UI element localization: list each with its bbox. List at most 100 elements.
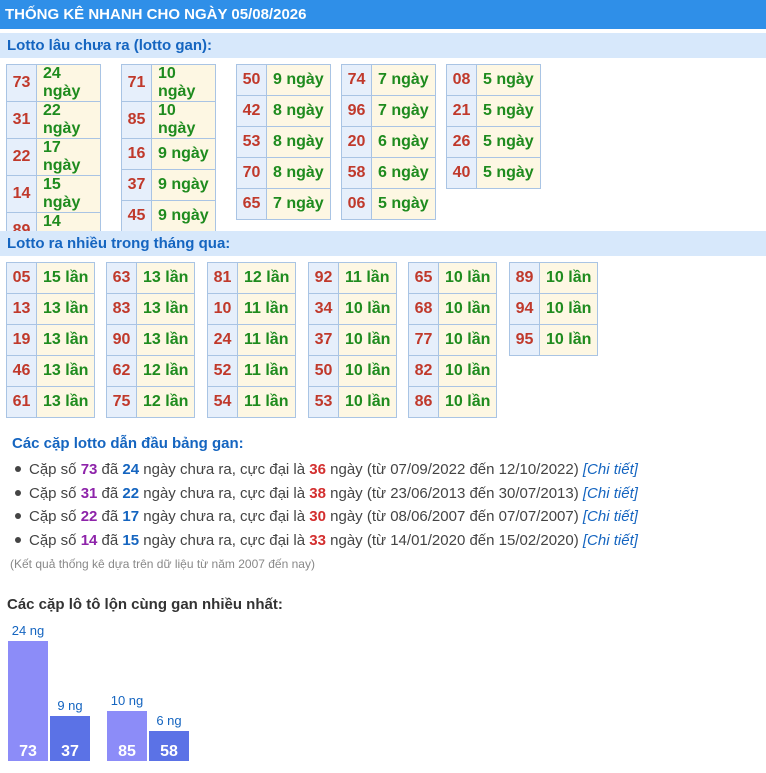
lotto-number: 06 xyxy=(341,188,372,220)
lotto-count: 10 lần xyxy=(338,324,397,356)
bullet-icon xyxy=(15,489,21,496)
current-days: 24 xyxy=(122,461,140,478)
table-row: 58 6 ngày xyxy=(341,157,436,189)
frequent-table: 63 13 lần 83 13 lần 90 13 lần 62 12 lần 75 12 lần xyxy=(106,262,195,418)
lotto-number: 70 xyxy=(236,157,267,189)
label-had: đã xyxy=(97,531,123,549)
lotto-count: 15 ngày xyxy=(36,175,101,213)
gan-table: 74 7 ngày 96 7 ngày 20 6 ngày 58 6 ngày 06 5 ngày xyxy=(341,64,436,220)
lotto-count: 13 lần xyxy=(136,262,195,294)
table-row: 75 12 lần xyxy=(106,386,195,418)
table-row: 92 11 lần xyxy=(308,262,397,294)
chart-value-label: 24 ng xyxy=(12,623,45,638)
detail-link[interactable]: [Chi tiết] xyxy=(583,532,638,549)
chart-title: Các cặp lô tô lộn cùng gan nhiều nhất: xyxy=(7,596,283,613)
chart-value-label: 6 ng xyxy=(156,713,181,728)
pair-number: 14 xyxy=(80,531,98,549)
lotto-number: 62 xyxy=(106,355,137,387)
lotto-count: 15 lần xyxy=(36,262,95,294)
lotto-number: 95 xyxy=(509,324,540,356)
pair-number: 73 xyxy=(80,461,98,478)
table-row: 34 10 lần xyxy=(308,293,397,325)
lotto-count: 7 ngày xyxy=(266,188,331,220)
table-row: 89 10 lần xyxy=(509,262,598,294)
chart-value-label: 9 ng xyxy=(57,698,82,713)
lotto-count: 10 lần xyxy=(438,386,497,418)
chart-bar-label: 37 xyxy=(61,743,79,760)
lotto-count: 10 lần xyxy=(338,355,397,387)
lotto-number: 37 xyxy=(308,324,339,356)
lotto-count: 10 ngày xyxy=(151,64,216,102)
detail-link[interactable]: [Chi tiết] xyxy=(583,485,638,502)
lotto-number: 53 xyxy=(236,126,267,158)
lotto-count: 8 ngày xyxy=(266,95,331,127)
label-day: ngày xyxy=(325,531,367,549)
lotto-number: 96 xyxy=(341,95,372,127)
label-pair: Cặp số xyxy=(29,461,81,478)
lotto-number: 86 xyxy=(408,386,439,418)
max-days: 33 xyxy=(309,531,326,549)
label-pair: Cặp số xyxy=(29,484,81,502)
label-days: ngày chưa ra, cực đại là xyxy=(139,531,310,549)
frequent-table: 65 10 lần 68 10 lần 77 10 lần 82 10 lần 86 10 lần xyxy=(408,262,497,418)
table-row: 37 9 ngày xyxy=(121,169,216,201)
lotto-number: 77 xyxy=(408,324,439,356)
detail-link[interactable]: [Chi tiết] xyxy=(583,508,638,525)
lotto-number: 53 xyxy=(308,386,339,418)
table-row: 20 6 ngày xyxy=(341,126,436,158)
lotto-number: 52 xyxy=(207,355,238,387)
lotto-count: 5 ngày xyxy=(476,126,541,158)
lotto-number: 58 xyxy=(341,157,372,189)
list-item: Cặp số 31 đã 22 ngày chưa ra, cực đại là… xyxy=(12,482,638,506)
lotto-count: 11 lần xyxy=(338,262,397,294)
lotto-count: 9 ngày xyxy=(151,138,216,170)
detail-link[interactable]: [Chi tiết] xyxy=(583,461,638,478)
lotto-count: 11 lần xyxy=(237,293,296,325)
lotto-count: 10 lần xyxy=(539,324,598,356)
table-row: 50 9 ngày xyxy=(236,64,331,96)
table-row: 08 5 ngày xyxy=(446,64,541,96)
label-day: ngày xyxy=(325,461,367,478)
lotto-count: 10 lần xyxy=(438,293,497,325)
lotto-number: 20 xyxy=(341,126,372,158)
lotto-count: 13 lần xyxy=(36,386,95,418)
table-row: 65 10 lần xyxy=(408,262,497,294)
table-row: 22 17 ngày xyxy=(6,138,101,176)
current-days: 15 xyxy=(122,531,140,549)
leading-pairs-title: Các cặp lotto dẫn đầu bảng gan: xyxy=(12,435,244,452)
chart-bar-label: 73 xyxy=(19,743,37,760)
table-row: 52 11 lần xyxy=(207,355,296,387)
lotto-count: 9 ngày xyxy=(151,169,216,201)
lotto-count: 24 ngày xyxy=(36,64,101,102)
max-days: 36 xyxy=(309,461,326,478)
lotto-count: 6 ngày xyxy=(371,126,436,158)
date-range: (từ 08/06/2007 đến 07/07/2007) xyxy=(366,508,583,525)
lotto-number: 61 xyxy=(6,386,37,418)
table-row: 21 5 ngày xyxy=(446,95,541,127)
label-had: đã xyxy=(97,508,123,525)
lotto-number: 89 xyxy=(509,262,540,294)
table-row: 95 10 lần xyxy=(509,324,598,356)
lotto-number: 94 xyxy=(509,293,540,325)
lotto-number: 50 xyxy=(236,64,267,96)
lotto-count: 13 lần xyxy=(136,324,195,356)
pair-number: 31 xyxy=(80,484,98,502)
lotto-count: 10 lần xyxy=(539,293,598,325)
lotto-count: 9 ngày xyxy=(266,64,331,96)
list-item: Cặp số 22 đã 17 ngày chưa ra, cực đại là… xyxy=(12,505,638,529)
table-row: 24 11 lần xyxy=(207,324,296,356)
table-row: 26 5 ngày xyxy=(446,126,541,158)
lotto-count: 11 lần xyxy=(237,324,296,356)
lotto-count: 6 ngày xyxy=(371,157,436,189)
lotto-number: 83 xyxy=(106,293,137,325)
leading-pairs-list: Cặp số 73 đã 24 ngày chưa ra, cực đại là… xyxy=(12,458,638,552)
table-row: 05 15 lần xyxy=(6,262,95,294)
lotto-number: 13 xyxy=(6,293,37,325)
table-row: 50 10 lần xyxy=(308,355,397,387)
table-row: 46 13 lần xyxy=(6,355,95,387)
table-row: 45 9 ngày xyxy=(121,200,216,232)
table-row: 13 13 lần xyxy=(6,293,95,325)
lotto-number: 34 xyxy=(308,293,339,325)
lotto-number: 90 xyxy=(106,324,137,356)
gan-table: 08 5 ngày 21 5 ngày 26 5 ngày 40 5 ngày xyxy=(446,64,541,189)
